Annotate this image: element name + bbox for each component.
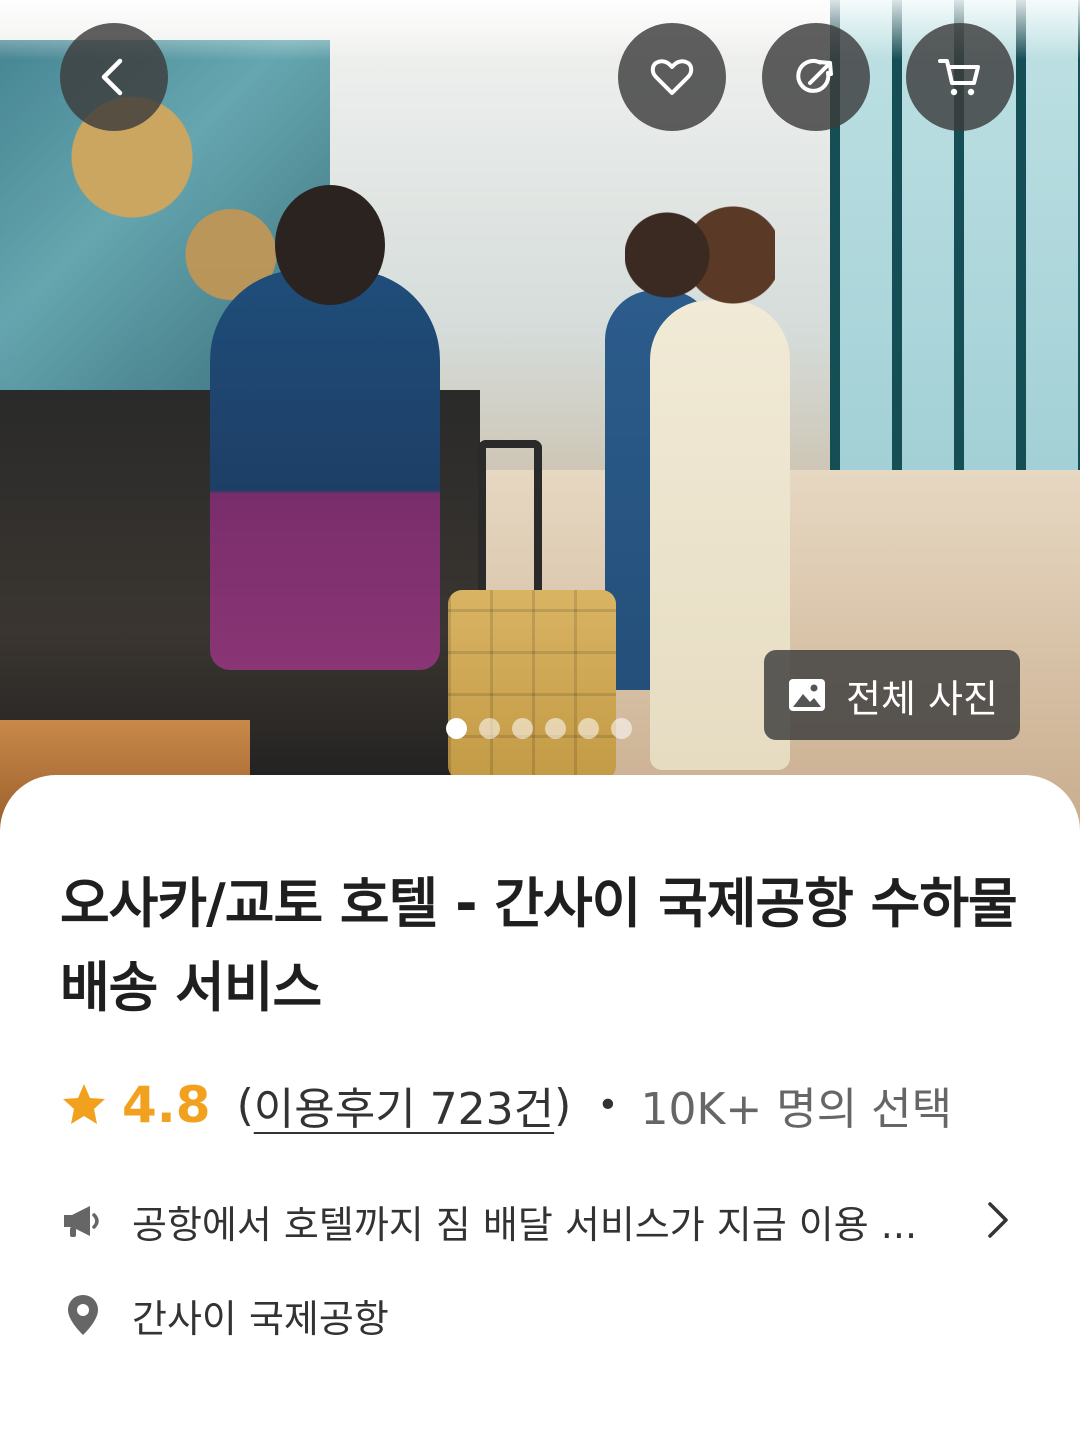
photo-guest-heads (625, 200, 775, 310)
location-pin-icon (60, 1292, 106, 1338)
carousel-dot-active[interactable] (446, 718, 467, 739)
product-title: 오사카/교토 호텔 - 간사이 국제공항 수하물 배송 서비스 (60, 872, 1018, 1019)
star-icon (60, 1081, 108, 1129)
paren-close: ) (554, 1079, 572, 1131)
chosen-count: 10K+ 명의 선택 (640, 1084, 953, 1135)
photo-suitcase-handle (478, 440, 542, 590)
location-text: 간사이 국제공항 (132, 1296, 389, 1341)
photo-staff-person (210, 270, 440, 670)
rating-value: 4.8 (122, 1076, 211, 1134)
carousel-dot[interactable] (578, 718, 599, 739)
carousel-indicator (446, 718, 632, 739)
all-photos-button[interactable]: 전체 사진 (764, 650, 1020, 740)
paren-open: ( (236, 1079, 254, 1131)
location-row[interactable]: 간사이 국제공항 (60, 1280, 1020, 1350)
wishlist-button[interactable] (618, 23, 726, 131)
share-button[interactable] (762, 23, 870, 131)
cart-button[interactable] (906, 23, 1014, 131)
separator-dot: • (597, 1084, 619, 1126)
review-count-link[interactable]: 이용후기 723건 (254, 1073, 554, 1137)
carousel-dot[interactable] (479, 718, 500, 739)
all-photos-label: 전체 사진 (846, 676, 998, 721)
carousel-dot[interactable] (512, 718, 533, 739)
share-icon (796, 58, 833, 93)
chevron-right-icon[interactable] (976, 1198, 1020, 1242)
carousel-dot[interactable] (611, 718, 632, 739)
megaphone-icon (60, 1198, 106, 1244)
image-icon (789, 679, 826, 711)
back-button[interactable] (60, 23, 168, 131)
rating-row: 4.8 ( 이용후기 723건 ) • 10K+ 명의 선택 (60, 1070, 1040, 1140)
photo-staff-head (275, 185, 385, 305)
photo-suitcase (448, 590, 616, 780)
notice-text: 공항에서 호텔까지 짐 배달 서비스가 지금 이용 ... (132, 1202, 918, 1247)
chevron-left-icon (101, 58, 123, 96)
notice-row[interactable]: 공항에서 호텔까지 짐 배달 서비스가 지금 이용 ... (60, 1186, 1020, 1256)
carousel-dot[interactable] (545, 718, 566, 739)
heart-icon (650, 59, 694, 95)
cart-icon (938, 59, 980, 96)
